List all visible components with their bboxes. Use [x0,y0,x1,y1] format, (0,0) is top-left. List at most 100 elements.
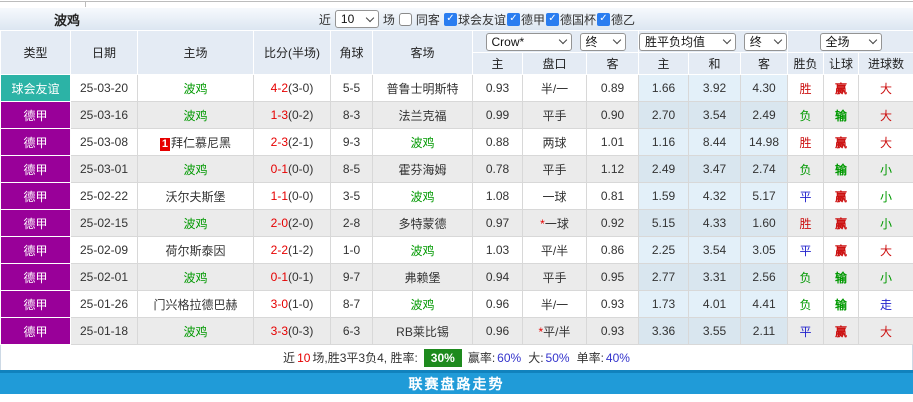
away-team[interactable]: 弗赖堡 [372,263,473,291]
avg-odds-draw: 3.47 [688,155,741,183]
home-team[interactable]: 波鸡 [137,263,254,291]
home-team[interactable]: 门兴格拉德巴赫 [137,290,254,318]
recent-count-value: 10 [340,12,355,26]
handicap-line: 半/一 [522,74,587,102]
home-team[interactable]: 波鸡 [137,74,254,102]
handicap-name: 两球 [542,135,567,150]
table-header: 类型 日期 主场 比分(半场) 角球 客场 Crow* 终 胜平负均值 终 全场… [0,30,913,75]
avg-final-select[interactable]: 终 [743,32,787,51]
result-wdl: 平 [787,236,824,264]
result-wdl: 平 [787,317,824,345]
handicap-name: 平手 [542,270,567,285]
corner-score: 9-7 [330,263,373,291]
away-team[interactable]: 波鸡 [372,182,473,210]
result-handicap: 赢 [823,317,859,345]
away-team[interactable]: 波鸡 [372,128,473,156]
home-team[interactable]: 波鸡 [137,209,254,237]
recent-label: 近 [318,12,331,27]
subcol-avg-away: 客 [740,52,788,75]
halftime-score: (0-0) [288,189,314,203]
match-date: 25-03-08 [70,128,138,156]
competition-checkbox[interactable] [596,12,610,26]
match-row: 德甲 25-01-18 波鸡 3-3(0-3) 6-3 RB莱比锡 0.96 *… [0,317,913,345]
recent-count-select[interactable]: 10 [334,10,379,28]
competition-checkbox[interactable] [443,12,457,26]
avg-source-value: 胜平负均值 [645,35,706,49]
handicap-odds-away: 0.95 [586,263,639,291]
home-team[interactable]: 荷尔斯泰因 [137,236,254,264]
home-team[interactable]: 波鸡 [137,101,254,129]
avg-odds-away: 3.05 [740,236,788,264]
away-team[interactable]: RB莱比锡 [372,317,473,345]
team-name: 波鸡 [410,243,435,258]
away-team[interactable]: 波鸡 [372,290,473,318]
handicap-odds-away: 1.01 [586,128,639,156]
top-border [0,0,913,8]
league-type-badge: 德甲 [0,263,71,291]
away-team[interactable]: 霍芬海姆 [372,155,473,183]
chevron-down-icon [365,13,375,22]
team-name: RB莱比锡 [396,324,449,339]
odds-final-select[interactable]: 终 [579,32,626,51]
odds-company-select[interactable]: Crow* [485,32,572,51]
match-row: 德甲 25-02-09 荷尔斯泰因 2-2(1-2) 1-0 波鸡 1.03 平… [0,236,913,264]
col-home: 主场 [137,30,254,75]
chevron-down-icon [868,35,877,45]
result-wdl: 负 [787,263,824,291]
avg-source-select[interactable]: 胜平负均值 [639,32,736,51]
away-team[interactable]: 普鲁士明斯特 [372,74,473,102]
team-name: 波鸡 [183,81,208,96]
match-date: 25-03-01 [70,155,138,183]
handicap-odds-away: 0.92 [586,209,639,237]
result-handicap: 赢 [823,182,859,210]
handicap-name: 平/半 [540,243,569,258]
home-team[interactable]: 沃尔夫斯堡 [137,182,254,210]
avg-odds-draw: 8.44 [688,128,741,156]
scope-select[interactable]: 全场 [819,32,882,51]
avg-odds-home: 1.59 [638,182,689,210]
result-wdl: 负 [787,155,824,183]
away-team[interactable]: 波鸡 [372,236,473,264]
chevron-down-icon [612,35,621,45]
home-team[interactable]: 1 拜仁慕尼黑 [137,128,254,156]
league-type-badge: 球会友谊 [0,74,71,102]
team-name: 沃尔夫斯堡 [165,189,226,204]
handicap-odds-away: 0.93 [586,317,639,345]
home-team[interactable]: 波鸡 [137,317,254,345]
match-row: 德甲 25-03-08 1 拜仁慕尼黑 2-3(2-1) 9-3 波鸡 0.88 … [0,128,913,156]
handicap-line: 平/半 [522,236,587,264]
handicap-name: 平手 [542,162,567,177]
summary-near: 近 [283,351,296,365]
team-name: 普鲁士明斯特 [386,81,459,96]
handicap-odds-home: 0.93 [472,74,523,102]
away-team[interactable]: 多特蒙德 [372,209,473,237]
handicap-line: 平手 [522,155,587,183]
corner-score: 8-5 [330,155,373,183]
col-away: 客场 [372,30,473,75]
avg-odds-away: 14.98 [740,128,788,156]
match-score: 1-3(0-2) [253,101,331,129]
filter-controls: 近 10 场 同客 球会友谊 德甲 德国杯 德乙 [318,10,635,28]
handicap-odds-away: 0.86 [586,236,639,264]
subcol-odds-home: 主 [472,52,523,75]
match-date: 25-03-16 [70,101,138,129]
title-bar: 波鸡 近 10 场 同客 球会友谊 德甲 德国杯 德乙 [0,8,913,30]
summary-mid: 场,胜3平3负4, 胜率: [312,351,418,365]
league-type-badge: 德甲 [0,182,71,210]
competition-checkbox[interactable] [545,12,559,26]
avg-odds-home: 3.36 [638,317,689,345]
match-row: 球会友谊 25-03-20 波鸡 4-2(3-0) 5-5 普鲁士明斯特 0.9… [0,74,913,102]
corner-score: 2-8 [330,209,373,237]
rank-badge: 1 [159,137,171,151]
match-history-panel: 波鸡 近 10 场 同客 球会友谊 德甲 德国杯 德乙 [0,0,913,402]
team-name: 多特蒙德 [398,216,447,231]
summary-count: 10 [297,350,311,365]
avg-odds-draw: 3.92 [688,74,741,102]
result-handicap: 输 [823,290,859,318]
home-team[interactable]: 波鸡 [137,155,254,183]
away-team[interactable]: 法兰克福 [372,101,473,129]
same-venue-checkbox[interactable] [398,12,412,26]
win-odds-label: 赢率: [467,351,496,365]
competition-checkbox[interactable] [506,12,520,26]
team-name: 霍芬海姆 [398,162,447,177]
